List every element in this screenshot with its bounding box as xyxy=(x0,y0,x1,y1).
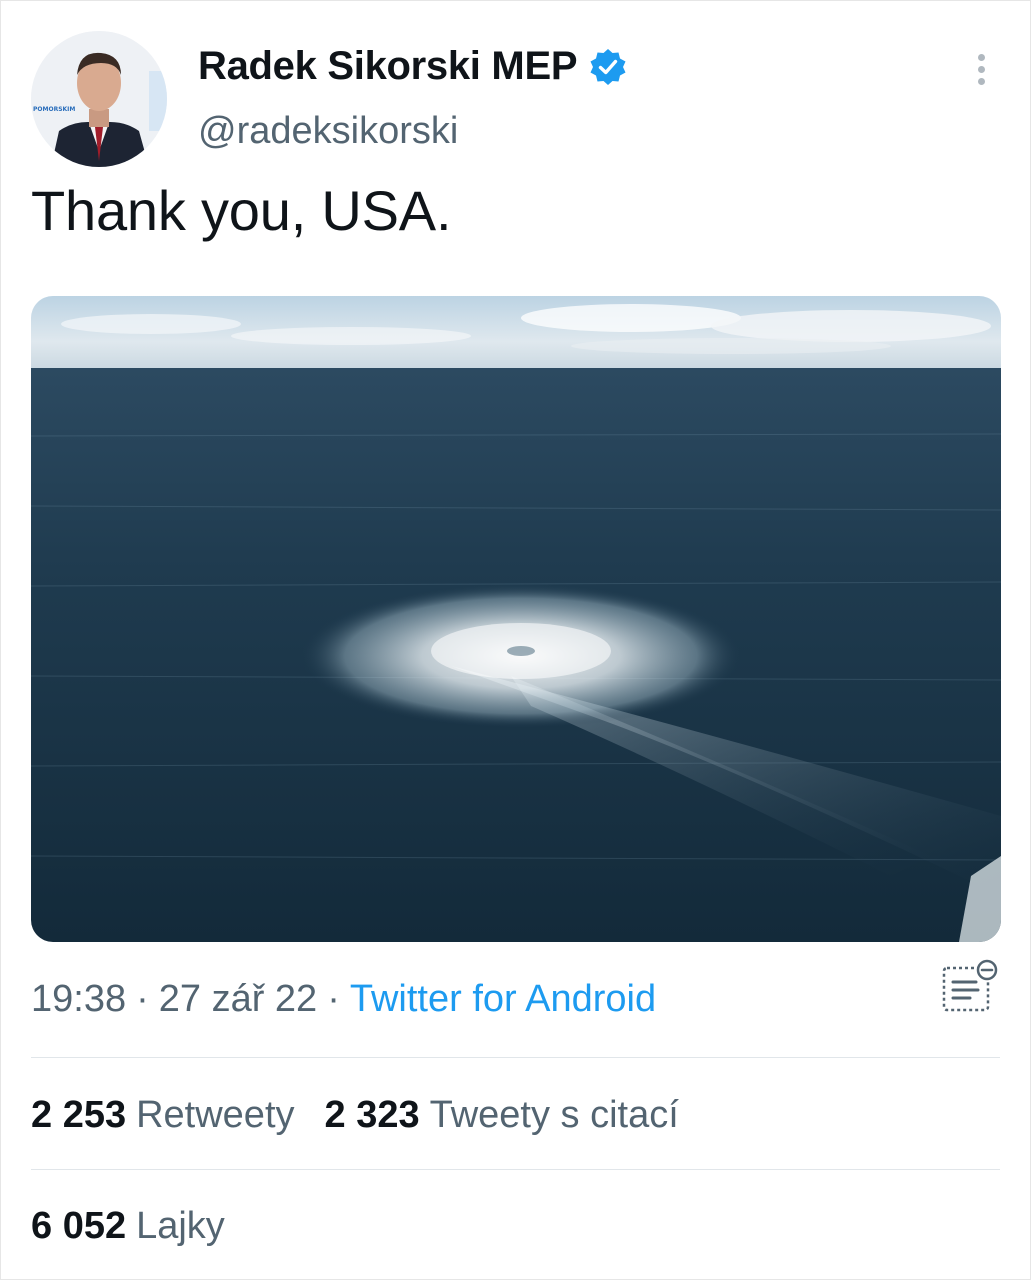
tweet-text: Thank you, USA. xyxy=(31,179,452,242)
author-handle[interactable]: @radeksikorski xyxy=(198,110,458,153)
quotes-count: 2 323 xyxy=(324,1094,420,1136)
verified-badge-icon xyxy=(589,48,627,86)
tweet-time[interactable]: 19:38 xyxy=(31,978,126,1020)
retweets-label: Retweety xyxy=(136,1094,295,1136)
likes-stat[interactable]: 6 052 Lajky xyxy=(31,1205,225,1248)
quotes-label: Tweety s citací xyxy=(429,1094,679,1136)
meta-separator: · xyxy=(327,978,340,1020)
retweets-count: 2 253 xyxy=(31,1094,127,1136)
divider xyxy=(31,1057,1000,1058)
divider xyxy=(31,1169,1000,1170)
engagement-stats: 2 253 Retweety 2 323 Tweety s citací xyxy=(31,1094,709,1137)
tweet-meta: 19:38 · 27 zář 22 · Twitter for Android xyxy=(31,978,656,1021)
avatar-backdrop-text: POMORSKIM xyxy=(33,106,75,113)
likes-count: 6 052 xyxy=(31,1205,127,1247)
quotes-stat[interactable]: 2 323 Tweety s citací xyxy=(325,1094,679,1137)
meta-separator: · xyxy=(136,978,149,1020)
more-vertical-icon[interactable] xyxy=(966,54,996,94)
likes-row: 6 052 Lajky xyxy=(31,1205,255,1248)
retweets-stat[interactable]: 2 253 Retweety xyxy=(31,1094,295,1137)
tweet-date[interactable]: 27 zář 22 xyxy=(159,978,317,1020)
likes-label: Lajky xyxy=(136,1205,225,1247)
tweet-source-link[interactable]: Twitter for Android xyxy=(350,978,656,1020)
tweet-photo[interactable] xyxy=(31,296,1001,942)
avatar[interactable]: POMORSKIM xyxy=(31,31,167,167)
author-name[interactable]: Radek Sikorski MEP xyxy=(198,44,627,89)
notes-icon[interactable] xyxy=(940,956,1002,1016)
author-name-text: Radek Sikorski MEP xyxy=(198,44,578,88)
